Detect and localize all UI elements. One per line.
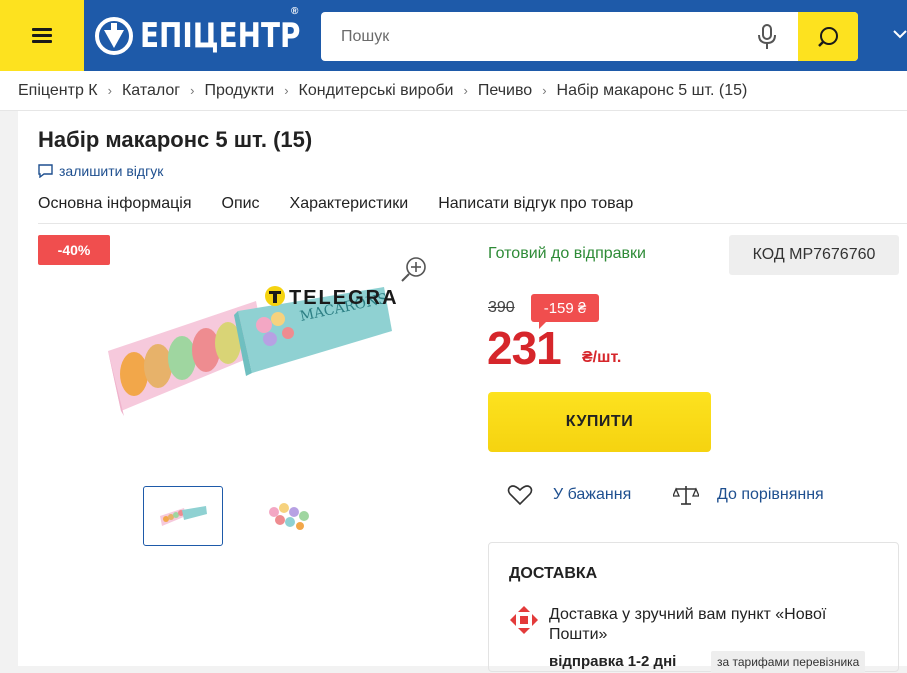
delivery-title: ДОСТАВКА — [509, 565, 598, 582]
breadcrumb-item[interactable]: Епіцентр К — [18, 82, 98, 100]
breadcrumb-item[interactable]: Кондитерські вироби — [299, 82, 454, 100]
thumbnail-image — [160, 506, 207, 526]
delivery-panel: ДОСТАВКА Доставка у зручний вам пункт «Н… — [488, 542, 899, 673]
search-bar — [321, 12, 858, 61]
leave-review-link[interactable]: залишити відгук — [38, 163, 163, 179]
chevron-right-icon: › — [284, 83, 289, 98]
hamburger-icon — [32, 28, 52, 43]
chevron-down-icon[interactable] — [892, 28, 907, 40]
breadcrumb-item[interactable]: Каталог — [122, 82, 180, 100]
watermark-text: TELEGRAF — [289, 287, 396, 309]
current-price: 231 — [487, 322, 562, 374]
availability-status: Готовий до відправки — [488, 245, 646, 262]
logo-text: ЕПІЦЕНТР — [140, 16, 301, 56]
breadcrumb-item[interactable]: Печиво — [478, 82, 532, 100]
scales-icon — [673, 486, 699, 505]
logo-mark-icon — [95, 17, 133, 55]
product-code: КОД MP7676760 — [729, 235, 899, 275]
thumbnail-1[interactable] — [143, 486, 223, 546]
tabs-divider — [38, 223, 907, 224]
compare-label: До порівняння — [717, 486, 824, 503]
site-logo[interactable]: ЕПІЦЕНТР — [94, 14, 336, 58]
chevron-right-icon: › — [107, 83, 112, 98]
tab-description[interactable]: Опис — [222, 195, 260, 213]
zoom-in-icon[interactable] — [400, 256, 428, 284]
chevron-right-icon: › — [463, 83, 468, 98]
product-tabs: Основна інформація Опис Характеристики Н… — [38, 195, 663, 213]
comment-icon — [38, 164, 53, 178]
search-icon — [818, 26, 838, 47]
nova-poshta-icon — [510, 606, 538, 634]
chevron-right-icon: › — [190, 83, 195, 98]
product-image[interactable]: MACARONS TELEGRAF — [106, 281, 396, 416]
search-button[interactable] — [798, 12, 858, 61]
breadcrumb: Епіцентр К › Каталог › Продукти › Кондит… — [0, 71, 907, 111]
tab-characteristics[interactable]: Характеристики — [290, 195, 409, 213]
breadcrumb-item[interactable]: Продукти — [204, 82, 274, 100]
price-unit: ₴/шт. — [582, 349, 622, 366]
site-header: ЕПІЦЕНТР ® — [0, 0, 907, 71]
wishlist-label: У бажання — [553, 486, 632, 503]
logo-registered-mark: ® — [291, 6, 299, 17]
page-title: Набір макаронс 5 шт. (15) — [38, 127, 313, 152]
buy-button[interactable]: КУПИТИ — [488, 392, 711, 452]
delivery-description: Доставка у зручний вам пункт «Нової Пошт… — [549, 606, 827, 643]
discount-badge: -40% — [38, 235, 110, 265]
delivery-tariff-badge: за тарифами перевізника — [711, 651, 866, 673]
add-to-compare[interactable]: До порівняння — [673, 484, 824, 506]
menu-button[interactable] — [0, 0, 84, 71]
chevron-right-icon: › — [542, 83, 547, 98]
leave-review-label: залишити відгук — [59, 163, 164, 179]
thumbnail-image — [269, 503, 309, 530]
search-input[interactable] — [321, 12, 791, 61]
delivery-time: відправка 1-2 дні — [549, 653, 677, 670]
discount-amount: -159 ₴ — [531, 294, 599, 329]
heart-icon — [507, 485, 533, 506]
add-to-wishlist[interactable]: У бажання — [507, 484, 631, 506]
old-price: 390 — [488, 299, 515, 316]
product-card: Набір макаронс 5 шт. (15) залишити відгу… — [18, 111, 907, 673]
tab-main-info[interactable]: Основна інформація — [38, 195, 192, 213]
breadcrumb-current: Набір макаронс 5 шт. (15) — [556, 81, 748, 99]
thumbnail-2[interactable] — [248, 486, 328, 546]
microphone-icon[interactable] — [757, 24, 777, 50]
tab-write-review[interactable]: Написати відгук про товар — [438, 195, 633, 213]
